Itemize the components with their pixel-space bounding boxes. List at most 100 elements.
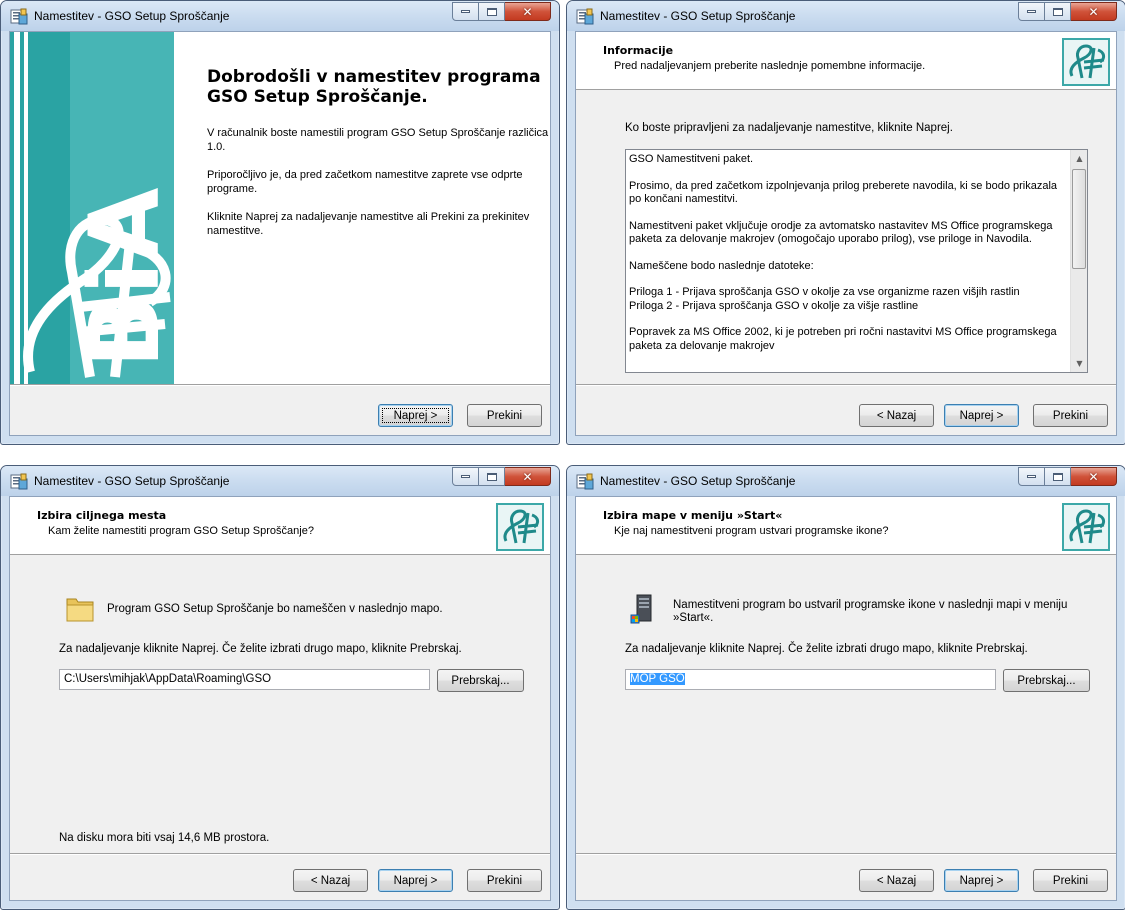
maximize-icon: [1052, 7, 1063, 16]
wizard-client: Izbira ciljnega mesta Kam želite namesti…: [9, 496, 551, 901]
bia-logo-icon: [1062, 503, 1110, 551]
setup-app-icon: [10, 8, 28, 25]
memo-paragraph: Popravek za MS Office 2002, ki je potreb…: [629, 326, 1057, 352]
welcome-panel: Dobrodošli v namestitev programa GSO Set…: [174, 32, 550, 384]
selected-text: MOP GSO: [630, 673, 685, 685]
close-icon: ✕: [522, 4, 533, 19]
memo-scrollbar[interactable]: ▲ ▼: [1070, 150, 1087, 372]
minimize-icon: [1027, 475, 1036, 478]
window-title: Namestitev - GSO Setup Sproščanje: [600, 9, 796, 23]
next-button[interactable]: Naprej >: [378, 404, 453, 427]
minimize-button[interactable]: [1018, 2, 1045, 21]
maximize-icon: [1052, 472, 1063, 481]
scroll-up-icon[interactable]: ▲: [1071, 150, 1087, 167]
caption-buttons: ✕: [452, 2, 551, 22]
caption-buttons: ✕: [1018, 467, 1117, 487]
minimize-icon: [461, 475, 470, 478]
welcome-text-1: V računalnik boste namestili program GSO…: [207, 127, 549, 153]
cancel-button[interactable]: Prekini: [1033, 869, 1108, 892]
setup-app-icon: [576, 8, 594, 25]
title-bar[interactable]: Namestitev - GSO Setup Sproščanje ✕: [567, 466, 1125, 496]
page-title: Izbira mape v meniju »Start«: [603, 509, 783, 522]
maximize-button[interactable]: [479, 467, 505, 486]
scroll-thumb[interactable]: [1072, 169, 1086, 269]
wizard-client: Informacije Pred nadaljevanjem preberite…: [575, 31, 1117, 436]
start-menu-info-text: Namestitveni program bo ustvaril program…: [673, 599, 1068, 624]
folder-icon: [66, 598, 94, 622]
disk-space-text: Na disku mora biti vsaj 14,6 MB prostora…: [59, 832, 270, 844]
minimize-button[interactable]: [452, 467, 479, 486]
divider: [10, 853, 550, 855]
close-icon: ✕: [522, 469, 533, 484]
setup-window-start-menu: Namestitev - GSO Setup Sproščanje ✕ Izbi…: [566, 465, 1125, 910]
scroll-down-icon[interactable]: ▼: [1071, 355, 1087, 372]
page-title: Izbira ciljnega mesta: [37, 509, 167, 522]
setup-app-icon: [10, 473, 28, 490]
browse-button[interactable]: Prebrskaj...: [1003, 669, 1090, 692]
memo-paragraph: Priloga 1 - Prijava sproščanja GSO v oko…: [629, 286, 1020, 312]
cancel-button[interactable]: Prekini: [467, 404, 542, 427]
memo-paragraph: Namestitveni paket vključuje orodje za a…: [629, 219, 1053, 246]
next-button[interactable]: Naprej >: [378, 869, 453, 892]
wizard-client: Izbira mape v meniju »Start« Kje naj nam…: [575, 496, 1117, 901]
setup-app-icon: [576, 473, 594, 490]
destination-path-input[interactable]: C:\Users\mihjak\AppData\Roaming\GSO: [59, 669, 430, 690]
maximize-button[interactable]: [1045, 2, 1071, 21]
back-button[interactable]: < Nazaj: [859, 404, 934, 427]
wizard-header: Izbira mape v meniju »Start« Kje naj nam…: [576, 497, 1116, 555]
maximize-button[interactable]: [479, 2, 505, 21]
cancel-button[interactable]: Prekini: [1033, 404, 1108, 427]
close-button[interactable]: ✕: [1071, 467, 1117, 486]
wizard-header: Izbira ciljnega mesta Kam želite namesti…: [10, 497, 550, 555]
memo-paragraph: Nameščene bodo naslednje datoteke:: [629, 259, 814, 272]
page-title: Informacije: [603, 44, 674, 57]
back-button[interactable]: < Nazaj: [859, 869, 934, 892]
minimize-button[interactable]: [1018, 467, 1045, 486]
wizard-header: Informacije Pred nadaljevanjem preberite…: [576, 32, 1116, 90]
page-subtitle: Pred nadaljevanjem preberite naslednje p…: [614, 60, 926, 72]
close-icon: ✕: [1088, 4, 1099, 19]
welcome-title: Dobrodošli v namestitev programa GSO Set…: [207, 67, 541, 107]
divider: [576, 853, 1116, 855]
welcome-text-3: Kliknite Naprej za nadaljevanje namestit…: [207, 211, 530, 237]
info-memo[interactable]: GSO Namestitveni paket. Prosimo, da pred…: [625, 149, 1088, 373]
caption-buttons: ✕: [1018, 2, 1117, 22]
minimize-icon: [461, 10, 470, 13]
destination-instruction: Za nadaljevanje kliknite Naprej. Če želi…: [59, 643, 462, 655]
close-button[interactable]: ✕: [505, 467, 551, 486]
setup-window-info: Namestitev - GSO Setup Sproščanje ✕ Info…: [566, 0, 1125, 445]
memo-paragraph: Prosimo, da pred začetkom izpolnjevanja …: [629, 179, 1058, 206]
back-button[interactable]: < Nazaj: [293, 869, 368, 892]
bia-logo-image: BiA: [10, 32, 174, 384]
cancel-button[interactable]: Prekini: [467, 869, 542, 892]
window-title: Namestitev - GSO Setup Sproščanje: [34, 9, 230, 23]
title-bar[interactable]: Namestitev - GSO Setup Sproščanje ✕: [1, 466, 559, 496]
browse-button[interactable]: Prebrskaj...: [437, 669, 524, 692]
destination-info-text: Program GSO Setup Sproščanje bo nameščen…: [107, 603, 443, 615]
wizard-side-image: BiA: [10, 32, 174, 384]
close-button[interactable]: ✕: [1071, 2, 1117, 21]
title-bar[interactable]: Namestitev - GSO Setup Sproščanje ✕: [1, 1, 559, 31]
close-icon: ✕: [1088, 469, 1099, 484]
close-button[interactable]: ✕: [505, 2, 551, 21]
start-menu-folder-input[interactable]: MOP GSO: [625, 669, 996, 690]
page-subtitle: Kje naj namestitveni program ustvari pro…: [614, 525, 889, 537]
minimize-button[interactable]: [452, 2, 479, 21]
maximize-icon: [486, 472, 497, 481]
instruction-text: Ko boste pripravljeni za nadaljevanje na…: [625, 122, 953, 134]
caption-buttons: ✕: [452, 467, 551, 487]
maximize-button[interactable]: [1045, 467, 1071, 486]
memo-text: GSO Namestitveni paket. Prosimo, da pred…: [629, 153, 1067, 366]
welcome-text-2: Priporočljivo je, da pred začetkom names…: [207, 169, 523, 195]
divider: [10, 384, 550, 386]
next-button[interactable]: Naprej >: [944, 869, 1019, 892]
bia-logo-icon: [496, 503, 544, 551]
window-title: Namestitev - GSO Setup Sproščanje: [600, 474, 796, 488]
memo-paragraph: GSO Namestitveni paket.: [629, 153, 754, 165]
window-title: Namestitev - GSO Setup Sproščanje: [34, 474, 230, 488]
next-button[interactable]: Naprej >: [944, 404, 1019, 427]
title-bar[interactable]: Namestitev - GSO Setup Sproščanje ✕: [567, 1, 1125, 31]
start-menu-instruction: Za nadaljevanje kliknite Naprej. Če želi…: [625, 643, 1028, 655]
start-menu-icon: [630, 594, 652, 624]
wizard-client: BiA Dobrodošli v namestitev programa GSO…: [9, 31, 551, 436]
